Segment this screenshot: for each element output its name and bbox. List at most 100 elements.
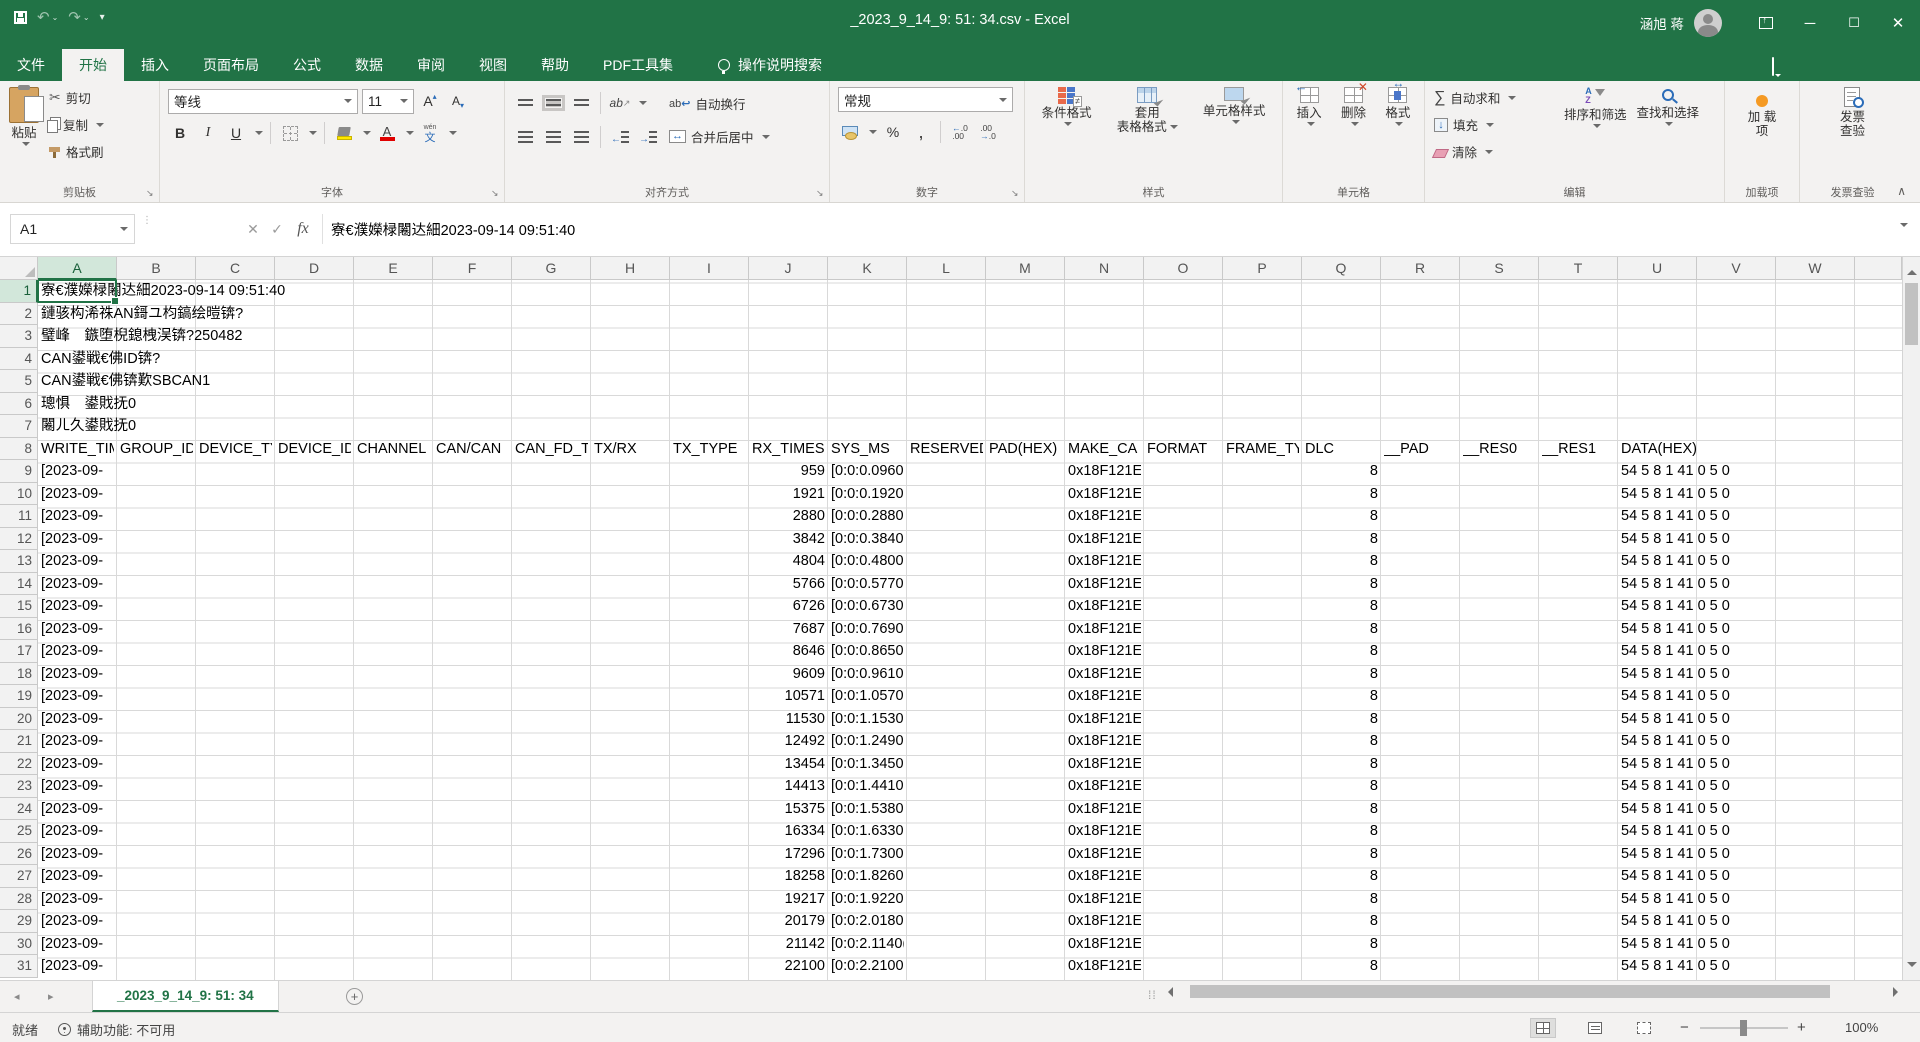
cell[interactable]: [0:0:1.5380(	[831, 798, 904, 821]
cell[interactable]: PAD(HEX)	[989, 438, 1062, 461]
cell[interactable]: [0:0:0.6730(	[831, 595, 904, 618]
row-header-26[interactable]: 26	[0, 843, 38, 866]
cell[interactable]: 13454	[752, 753, 825, 776]
cell[interactable]: [2023-09-	[41, 910, 114, 933]
cell[interactable]: 1921	[752, 483, 825, 506]
column-header-T[interactable]: T	[1539, 257, 1618, 280]
cell[interactable]: 8	[1305, 865, 1378, 888]
row-header-5[interactable]: 5	[0, 370, 38, 393]
cell[interactable]: 54 5 8 1 41 0 5 0	[1621, 640, 1730, 663]
cell[interactable]: 0x18F121E	[1068, 888, 1141, 911]
column-header-O[interactable]: O	[1144, 257, 1223, 280]
cell[interactable]: 6726	[752, 595, 825, 618]
column-header-partial[interactable]	[1855, 257, 1902, 280]
cell[interactable]: [2023-09-	[41, 708, 114, 731]
sheet-tab-active[interactable]: _2023_9_14_9: 51: 34	[92, 981, 279, 1012]
font-color-icon[interactable]: A	[375, 121, 399, 145]
cell[interactable]: [0:0:0.5770(	[831, 573, 904, 596]
conditional-formatting-button[interactable]: 条件格式	[1037, 85, 1097, 130]
scroll-up-icon[interactable]	[1907, 265, 1917, 275]
bold-button[interactable]: B	[168, 121, 192, 145]
zoom-slider-handle[interactable]	[1740, 1020, 1747, 1036]
cell[interactable]: RESERVED	[910, 438, 983, 461]
cell[interactable]: CAN鍙戦€佛锛歎SBCAN1	[41, 370, 210, 393]
row-header-6[interactable]: 6	[0, 393, 38, 416]
tab-review[interactable]: 审阅	[400, 49, 462, 81]
cell[interactable]: 5766	[752, 573, 825, 596]
cell[interactable]: SYS_MS	[831, 438, 904, 461]
scroll-left-icon[interactable]	[1163, 987, 1173, 997]
row-header-2[interactable]: 2	[0, 303, 38, 326]
vertical-scroll-thumb[interactable]	[1905, 283, 1918, 345]
cell[interactable]: 12492	[752, 730, 825, 753]
formula-input[interactable]: 寮€濮嬫椂闂达細2023-09-14 09:51:40	[322, 214, 1880, 244]
row-header-24[interactable]: 24	[0, 798, 38, 821]
cell[interactable]: 8	[1305, 595, 1378, 618]
cell[interactable]: [2023-09-	[41, 933, 114, 956]
cell[interactable]: [2023-09-	[41, 618, 114, 641]
scroll-right-icon[interactable]	[1893, 987, 1903, 997]
font-name-combo[interactable]: 等线	[168, 89, 358, 114]
cell[interactable]: 8	[1305, 663, 1378, 686]
cell[interactable]: DEVICE_TY	[199, 438, 272, 461]
increase-decimal-icon[interactable]: ←.0.00	[948, 120, 972, 144]
cell[interactable]: 8	[1305, 888, 1378, 911]
row-header-28[interactable]: 28	[0, 888, 38, 911]
cell[interactable]: [0:0:0.3840(	[831, 528, 904, 551]
cell[interactable]: 0x18F121E	[1068, 865, 1141, 888]
cell[interactable]: WRITE_TIM	[41, 438, 114, 461]
column-header-F[interactable]: F	[433, 257, 512, 280]
zoom-out-icon[interactable]: −	[1680, 1019, 1689, 1036]
cell[interactable]: [0:0:1.0570(	[831, 685, 904, 708]
expand-formula-bar-icon[interactable]	[1900, 223, 1908, 231]
cell[interactable]: [0:0:1.9220(	[831, 888, 904, 911]
cell[interactable]: 闂ㄦ久鍙戝抚0	[41, 415, 136, 438]
column-header-N[interactable]: N	[1065, 257, 1144, 280]
cell[interactable]: [2023-09-	[41, 843, 114, 866]
column-header-L[interactable]: L	[907, 257, 986, 280]
cell[interactable]: 15375	[752, 798, 825, 821]
cell[interactable]: [2023-09-	[41, 888, 114, 911]
row-header-20[interactable]: 20	[0, 708, 38, 731]
column-header-J[interactable]: J	[749, 257, 828, 280]
selected-cell-A1[interactable]	[38, 280, 117, 303]
cell[interactable]: 54 5 8 1 41 0 5 0	[1621, 933, 1730, 956]
column-header-G[interactable]: G	[512, 257, 591, 280]
cell[interactable]: 0x18F121E	[1068, 910, 1141, 933]
cell[interactable]: 8646	[752, 640, 825, 663]
cell[interactable]: 54 5 8 1 41 0 5 0	[1621, 955, 1730, 978]
cell[interactable]: 54 5 8 1 41 0 5 0	[1621, 663, 1730, 686]
cell[interactable]: [2023-09-	[41, 550, 114, 573]
cell[interactable]: 2880	[752, 505, 825, 528]
italic-button[interactable]: I	[196, 121, 220, 145]
row-header-10[interactable]: 10	[0, 483, 38, 506]
cell[interactable]: [2023-09-	[41, 798, 114, 821]
cell[interactable]: 0x18F121E	[1068, 573, 1141, 596]
fx-icon[interactable]: fx	[288, 214, 318, 244]
sheet-nav-right-icon[interactable]: ▸	[48, 990, 54, 1003]
cell[interactable]: [0:0:1.6330(	[831, 820, 904, 843]
cell[interactable]: [2023-09-	[41, 595, 114, 618]
zoom-percent[interactable]: 100%	[1845, 1020, 1878, 1035]
cell[interactable]: [0:0:2.0180(	[831, 910, 904, 933]
cell[interactable]: [2023-09-	[41, 505, 114, 528]
row-header-27[interactable]: 27	[0, 865, 38, 888]
tab-help[interactable]: 帮助	[524, 49, 586, 81]
cell[interactable]: 0x18F121E	[1068, 595, 1141, 618]
cell[interactable]: 0x18F121E	[1068, 685, 1141, 708]
underline-button[interactable]: U	[224, 121, 248, 145]
cell[interactable]: 璧峰 鏃堕棿鎴栧洖锛?250482	[41, 325, 242, 348]
column-header-H[interactable]: H	[591, 257, 670, 280]
cell[interactable]: 0x18F121E	[1068, 843, 1141, 866]
view-normal-icon[interactable]	[1530, 1018, 1556, 1038]
cell[interactable]: DATA(HEX)	[1621, 438, 1697, 461]
cell[interactable]: 0x18F121E	[1068, 730, 1141, 753]
tab-page-layout[interactable]: 页面布局	[186, 49, 276, 81]
cell[interactable]: __RES0	[1463, 438, 1536, 461]
cell[interactable]: 19217	[752, 888, 825, 911]
row-header-25[interactable]: 25	[0, 820, 38, 843]
cell[interactable]: 17296	[752, 843, 825, 866]
cell[interactable]: 8	[1305, 685, 1378, 708]
fill-color-icon[interactable]	[332, 121, 356, 145]
cell[interactable]: 54 5 8 1 41 0 5 0	[1621, 820, 1730, 843]
